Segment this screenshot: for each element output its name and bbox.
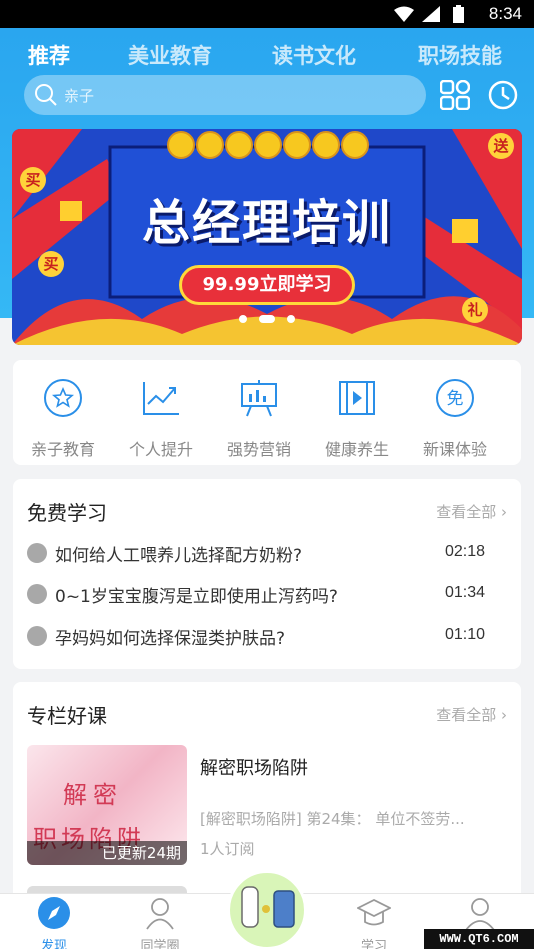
carousel-dot[interactable] bbox=[287, 315, 295, 323]
tab-reading-culture[interactable]: 读书文化 bbox=[272, 40, 356, 70]
chevron-right-icon: › bbox=[501, 503, 507, 521]
free-study-item-title: 孕妈妈如何选择保湿类护肤品? bbox=[55, 629, 286, 649]
carousel-dot[interactable] bbox=[239, 315, 247, 323]
free-badge-icon: 免 bbox=[436, 379, 474, 417]
see-all-label: 查看全部 bbox=[436, 706, 497, 724]
category-label: 亲子教育 bbox=[30, 440, 95, 459]
category-new-courses[interactable]: 免 新课体验 bbox=[405, 378, 505, 460]
bottle-comparison-illustration bbox=[241, 886, 295, 928]
site-watermark: WWW.QT6.COM bbox=[424, 929, 534, 949]
banner-badge-buy: 买 bbox=[38, 251, 64, 277]
category-self-improvement[interactable]: 个人提升 bbox=[111, 378, 211, 460]
banner-coin bbox=[254, 131, 282, 159]
banner-cta-button[interactable]: 99.99立即学习 bbox=[179, 265, 355, 305]
free-study-item-duration: 02:18 bbox=[444, 543, 485, 560]
chevron-right-icon: › bbox=[501, 706, 507, 724]
free-study-item[interactable]: 0~1岁宝宝腹泻是立即使用止泻药吗? 01:34 bbox=[27, 578, 507, 610]
category-label: 新课体验 bbox=[422, 440, 487, 459]
carousel-dot-active[interactable] bbox=[259, 315, 275, 323]
nav-label: 学习 bbox=[360, 939, 387, 949]
wifi-icon bbox=[394, 6, 414, 22]
battery-icon bbox=[453, 5, 464, 23]
free-study-item-title: 如何给人工喂养儿选择配方奶粉? bbox=[55, 546, 303, 566]
category-grid-icon[interactable] bbox=[440, 80, 470, 110]
free-study-item-duration: 01:10 bbox=[444, 626, 485, 643]
free-study-item[interactable]: 如何给人工喂养儿选择配方奶粉? 02:18 bbox=[27, 537, 507, 569]
category-card: 亲子教育 个人提升 强势营销 健康养生 免 新课体验 bbox=[13, 360, 521, 465]
nav-classmates[interactable]: 同学圈 bbox=[120, 896, 200, 949]
column-see-all[interactable]: 查看全部 › bbox=[436, 704, 507, 725]
column-title: 专栏好课 bbox=[27, 704, 107, 728]
free-study-item-title: 0~1岁宝宝腹泻是立即使用止泻药吗? bbox=[55, 587, 338, 607]
status-time: 8:34 bbox=[488, 4, 522, 23]
search-bar[interactable]: 亲子 bbox=[24, 75, 426, 115]
video-play-icon bbox=[339, 381, 375, 415]
tab-workplace-skills[interactable]: 职场技能 bbox=[418, 40, 502, 70]
star-circle-icon bbox=[44, 379, 82, 417]
banner-coin bbox=[167, 131, 195, 159]
category-health[interactable]: 健康养生 bbox=[307, 378, 407, 460]
see-all-label: 查看全部 bbox=[436, 503, 497, 521]
presentation-board-icon bbox=[241, 380, 277, 417]
audio-bars-icon bbox=[27, 584, 47, 604]
people-icon bbox=[146, 898, 174, 930]
nav-label: 同学圈 bbox=[140, 939, 180, 949]
nav-discover[interactable]: 发现 bbox=[14, 896, 94, 949]
center-promo-button[interactable] bbox=[227, 870, 307, 949]
banner-coin bbox=[225, 131, 253, 159]
thumbnail-text-line1: 解密 bbox=[63, 781, 123, 809]
audio-bars-icon bbox=[27, 626, 47, 646]
category-label: 健康养生 bbox=[324, 440, 389, 459]
category-label: 强势营销 bbox=[226, 440, 291, 459]
updated-count-badge: 已更新24期 bbox=[27, 841, 187, 865]
status-bar: 8:34 bbox=[0, 0, 534, 28]
banner-coin bbox=[312, 131, 340, 159]
signal-icon bbox=[422, 6, 440, 22]
course-title[interactable]: 解密职场陷阱 bbox=[200, 754, 308, 780]
profile-icon bbox=[465, 898, 495, 931]
category-parenting[interactable]: 亲子教育 bbox=[13, 378, 113, 460]
promo-banner[interactable]: 买 买 送 礼 总经理培训 99.99立即学习 bbox=[12, 129, 522, 345]
growth-chart-icon bbox=[143, 382, 179, 415]
free-study-title: 免费学习 bbox=[27, 501, 107, 525]
course-subscriber-count: 1人订阅 bbox=[200, 840, 255, 858]
banner-coin bbox=[283, 131, 311, 159]
history-clock-icon[interactable] bbox=[488, 80, 518, 110]
banner-title: 总经理培训 bbox=[141, 195, 392, 251]
top-tabs: 推荐 美业教育 读书文化 职场技能 bbox=[0, 40, 534, 72]
svg-text:免: 免 bbox=[447, 389, 464, 409]
tab-recommend[interactable]: 推荐 bbox=[28, 40, 70, 70]
tab-beauty-education[interactable]: 美业教育 bbox=[128, 40, 212, 70]
banner-coin bbox=[341, 131, 369, 159]
graduation-cap-icon bbox=[355, 898, 393, 926]
free-study-see-all[interactable]: 查看全部 › bbox=[436, 501, 507, 522]
search-icon bbox=[35, 84, 57, 106]
search-placeholder: 亲子 bbox=[64, 87, 95, 105]
nav-study[interactable]: 学习 bbox=[334, 896, 414, 949]
category-marketing[interactable]: 强势营销 bbox=[209, 378, 309, 460]
free-study-item[interactable]: 孕妈妈如何选择保湿类护肤品? 01:10 bbox=[27, 620, 507, 652]
category-label: 个人提升 bbox=[128, 440, 193, 459]
nav-label: 发现 bbox=[40, 939, 67, 949]
free-study-item-duration: 01:34 bbox=[444, 584, 485, 601]
audio-bars-icon bbox=[27, 543, 47, 563]
compass-icon bbox=[38, 897, 70, 929]
banner-coin bbox=[196, 131, 224, 159]
carousel-indicator bbox=[12, 308, 522, 327]
free-study-card: 免费学习 查看全部 › 如何给人工喂养儿选择配方奶粉? 02:18 0~1岁宝宝… bbox=[13, 479, 521, 669]
course-latest-episode: [解密职场陷阱] 第24集： 单位不签劳... bbox=[200, 810, 465, 828]
course-thumbnail[interactable]: 解密 职场陷阱 已更新24期 bbox=[27, 745, 187, 865]
banner-badge-gift: 送 bbox=[488, 133, 514, 159]
